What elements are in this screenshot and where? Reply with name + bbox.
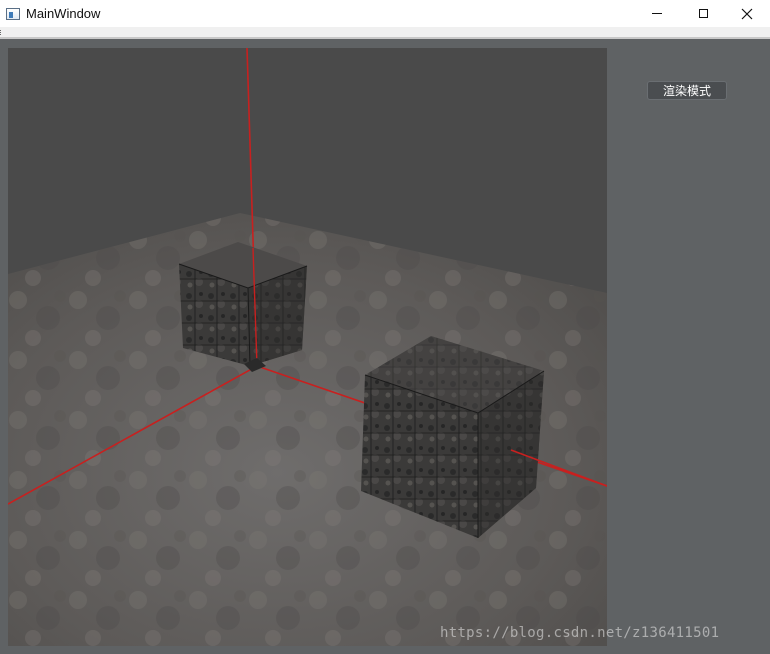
- maximize-button[interactable]: [680, 0, 726, 27]
- close-button[interactable]: [724, 0, 770, 27]
- app-window-icon: [6, 7, 20, 20]
- minimize-button[interactable]: [634, 0, 680, 27]
- minimize-icon: [652, 13, 662, 14]
- watermark-text: https://blog.csdn.net/z136411501: [440, 625, 720, 641]
- cube-small: [178, 242, 308, 367]
- scene-canvas: [8, 48, 607, 646]
- opengl-viewport[interactable]: [8, 48, 607, 646]
- central-widget: 渲染模式 https://blog.csdn.net/z136411501: [0, 39, 770, 654]
- toolbar-grip[interactable]: [0, 30, 4, 35]
- maximize-icon: [698, 9, 708, 18]
- menu-bar: [0, 27, 770, 39]
- title-bar: MainWindow: [0, 0, 770, 27]
- window-title: MainWindow: [26, 6, 101, 21]
- render-mode-button[interactable]: 渲染模式: [647, 81, 727, 100]
- close-icon: [741, 8, 753, 19]
